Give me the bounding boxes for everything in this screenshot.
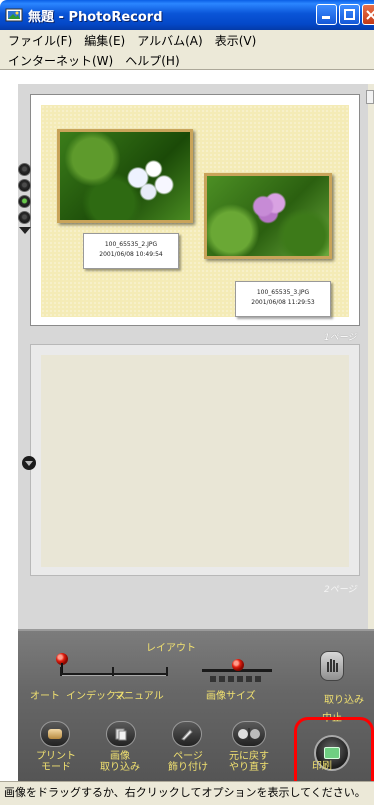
print-mode-label: プリント モード xyxy=(36,751,76,773)
undo-redo-icon xyxy=(238,728,260,740)
menu-album[interactable]: アルバム(A) xyxy=(137,32,202,49)
triangle-down-icon[interactable] xyxy=(19,227,31,234)
minimize-button[interactable] xyxy=(316,4,337,25)
nav-dot-icon[interactable] xyxy=(18,211,31,224)
print-mode-icon xyxy=(48,729,62,739)
menu-bar: ファイル(F) 編集(E) アルバム(A) 表示(V) インターネット(W) ヘ… xyxy=(0,30,374,70)
image-size-scale xyxy=(210,676,280,682)
menu-file[interactable]: ファイル(F) xyxy=(8,32,72,49)
maximize-button[interactable] xyxy=(339,4,360,25)
undo-redo-button[interactable] xyxy=(232,721,266,747)
size-step xyxy=(210,676,216,682)
maximize-icon xyxy=(344,9,355,20)
photo-caption-2[interactable]: 100_65535_3.JPG 2001/06/08 11:29:53 xyxy=(235,281,331,317)
nav-dot-icon[interactable] xyxy=(18,179,31,192)
slider-tick xyxy=(112,667,114,676)
page-navigator[interactable] xyxy=(18,163,34,255)
print-mode-button[interactable] xyxy=(40,721,70,747)
layout-auto-label[interactable]: オート xyxy=(30,687,60,702)
image-import-icon xyxy=(115,728,127,741)
size-step xyxy=(219,676,225,682)
page-2-marker-icon[interactable] xyxy=(22,456,36,470)
nav-dot-icon[interactable] xyxy=(18,163,31,176)
size-step xyxy=(255,676,261,682)
page-1-background: 100_65535_2.JPG 2001/06/08 10:49:54 100_… xyxy=(41,105,349,317)
image-size-slider-knob[interactable] xyxy=(232,659,244,671)
left-gutter xyxy=(0,70,18,630)
control-panel: レイアウト オート インデックス マニュアル 画像サイズ 取り込み 中止 プリン… xyxy=(18,629,374,805)
layout-manual-label[interactable]: マニュアル xyxy=(114,687,164,702)
minimize-icon xyxy=(322,16,330,19)
nav-dot-active-icon[interactable] xyxy=(18,195,31,208)
title-bar: 無題 - PhotoRecord xyxy=(0,0,374,30)
layout-slider-track[interactable] xyxy=(60,667,168,676)
page-decorate-label: ページ 飾り付け xyxy=(168,751,208,773)
scroll-up-arrow-icon[interactable] xyxy=(366,90,374,104)
caption-2-filename: 100_65535_3.JPG xyxy=(256,289,310,296)
menu-view[interactable]: 表示(V) xyxy=(215,32,257,49)
menu-internet[interactable]: インターネット(W) xyxy=(8,52,113,69)
window-title: 無題 - PhotoRecord xyxy=(28,9,163,25)
image-import-button[interactable] xyxy=(106,721,136,747)
close-icon xyxy=(365,10,374,20)
album-page-1[interactable]: 100_65535_2.JPG 2001/06/08 10:49:54 100_… xyxy=(30,94,360,326)
undo-redo-label: 元に戻す やり直す xyxy=(229,751,269,773)
page-decorate-button[interactable] xyxy=(172,721,202,747)
photo-hydrangea-white[interactable] xyxy=(57,129,193,223)
size-step xyxy=(237,676,243,682)
page-1-label: 1ページ xyxy=(324,333,357,343)
album-workspace[interactable]: 100_65535_2.JPG 2001/06/08 10:49:54 100_… xyxy=(18,84,368,629)
hand-tool-button[interactable] xyxy=(320,651,344,681)
page-decorate-icon xyxy=(181,729,193,741)
image-size-label: 画像サイズ xyxy=(206,691,256,702)
page-2-label: 2ページ xyxy=(324,585,357,595)
caption-2-datetime: 2001/06/08 11:29:53 xyxy=(251,299,315,306)
layout-label: レイアウト xyxy=(146,643,196,654)
close-button[interactable] xyxy=(362,4,374,25)
size-step xyxy=(228,676,234,682)
caption-1-filename: 100_65535_2.JPG xyxy=(104,241,158,248)
hand-icon xyxy=(327,659,338,672)
image-import-label: 画像 取り込み xyxy=(100,751,140,773)
photorecord-app-icon xyxy=(5,8,23,22)
size-step xyxy=(246,676,252,682)
status-bar: 画像をドラッグするか、右クリックしてオプションを表示してください。 xyxy=(0,781,374,805)
import-label: 取り込み xyxy=(324,695,364,706)
page-2-background xyxy=(41,355,349,567)
album-page-2[interactable] xyxy=(30,344,360,576)
menu-edit[interactable]: 編集(E) xyxy=(84,32,125,49)
slider-tick xyxy=(60,667,62,676)
slider-tick xyxy=(166,667,168,676)
scrollbar-track[interactable] xyxy=(368,84,374,629)
status-text: 画像をドラッグするか、右クリックしてオプションを表示してください。 xyxy=(4,786,366,799)
menu-help[interactable]: ヘルプ(H) xyxy=(125,52,179,69)
caption-1-datetime: 2001/06/08 10:49:54 xyxy=(99,251,163,258)
photo-hydrangea-purple[interactable] xyxy=(204,173,332,259)
photo-caption-1[interactable]: 100_65535_2.JPG 2001/06/08 10:49:54 xyxy=(83,233,179,269)
